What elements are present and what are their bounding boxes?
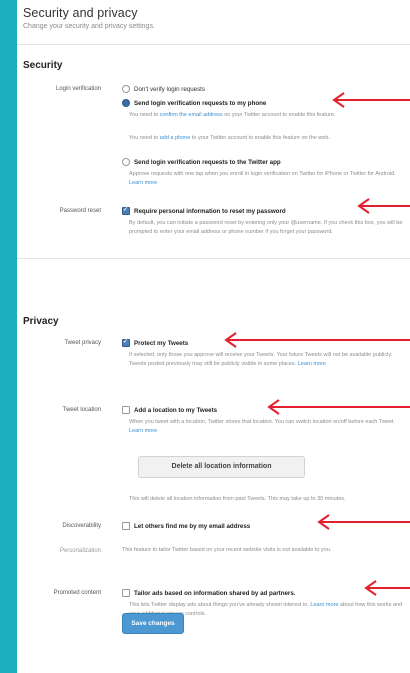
help-add-phone: You need to add a phone to your Twitter … [129, 134, 404, 143]
password-reset-checkbox[interactable] [122, 206, 130, 215]
page-title: Security and privacy [23, 6, 138, 20]
arrow-icon [357, 198, 410, 214]
arrow-icon [317, 514, 410, 530]
help-personalization: This feature to tailor Twitter based on … [122, 547, 332, 553]
help-delete-location: This will delete all location informatio… [129, 496, 346, 502]
add-location-checkbox[interactable] [122, 406, 130, 414]
arrow-icon [224, 332, 410, 348]
radio-verify-phone[interactable] [122, 99, 130, 107]
help-text: When you tweet with a location, Twitter … [129, 419, 395, 425]
learn-more-link[interactable]: Learn more [129, 428, 157, 434]
page-header: Security and privacy Change your securit… [23, 6, 155, 30]
radio-verify-app[interactable] [122, 158, 130, 166]
learn-more-link[interactable]: Learn more [298, 361, 326, 367]
learn-more-link[interactable]: Learn more [310, 602, 338, 608]
arrow-icon [364, 580, 410, 596]
help-protect-tweets: If selected, only those you approve will… [129, 351, 404, 368]
option-dont-verify-label: Don't verify login requests [134, 85, 205, 93]
promoted-content-label: Promoted content [53, 590, 101, 596]
learn-more-link[interactable]: Learn more [129, 180, 157, 186]
arrow-icon [267, 399, 410, 415]
protect-tweets-checkbox[interactable] [122, 338, 130, 347]
security-heading: Security [23, 60, 63, 71]
tailor-ads-checkbox[interactable] [122, 589, 130, 597]
save-changes-button[interactable]: Save changes [122, 613, 184, 634]
help-text: to your Twitter account to enable this f… [191, 135, 330, 141]
option-add-location-label: Add a location to my Tweets [134, 406, 218, 414]
header-divider [17, 44, 410, 45]
option-password-reset-label: Require personal information to reset my… [134, 207, 286, 215]
help-password-reset: By default, you can initiate a password … [129, 220, 403, 235]
login-verification-label: Login verification [55, 86, 101, 92]
delete-location-button[interactable]: Delete all location information [138, 456, 305, 478]
option-find-by-email-label: Let others find me by my email address [134, 522, 251, 530]
help-text: You need to [129, 135, 159, 141]
tweet-privacy-label: Tweet privacy [64, 340, 101, 346]
option-verify-phone-label: Send login verification requests to my p… [134, 99, 267, 107]
personalization-label: Personalization [59, 548, 101, 554]
password-reset-label: Password reset [59, 208, 101, 214]
help-verify-app: Approve requests with one tap when you e… [129, 170, 404, 187]
help-text: You need to [129, 112, 159, 118]
find-by-email-checkbox[interactable] [122, 522, 130, 530]
section-divider [17, 258, 410, 259]
privacy-heading: Privacy [23, 316, 59, 327]
option-verify-app-label: Send login verification requests to the … [134, 158, 281, 166]
option-tailor-ads-label: Tailor ads based on information shared b… [134, 589, 296, 597]
help-text: Approve requests with one tap when you e… [129, 171, 396, 177]
arrow-icon [332, 92, 410, 108]
tweet-location-label: Tweet location [62, 407, 101, 413]
option-protect-tweets-label: Protect my Tweets [134, 339, 189, 347]
option-verify-app[interactable]: Send login verification requests to the … [122, 158, 407, 166]
discoverability-label: Discoverability [62, 523, 101, 529]
help-confirm-email: You need to confirm the email address on… [129, 111, 404, 120]
help-text: This lets Twitter display ads about thin… [129, 602, 309, 608]
page-subtitle: Change your security and privacy setting… [23, 23, 155, 30]
radio-dont-verify[interactable] [122, 85, 130, 93]
help-text: on your Twitter account to enable this f… [224, 112, 336, 118]
confirm-email-link[interactable]: confirm the email address [160, 112, 223, 118]
add-phone-link[interactable]: add a phone [160, 135, 191, 141]
help-add-location: When you tweet with a location, Twitter … [129, 418, 404, 435]
help-text: If selected, only those you approve will… [129, 352, 393, 367]
